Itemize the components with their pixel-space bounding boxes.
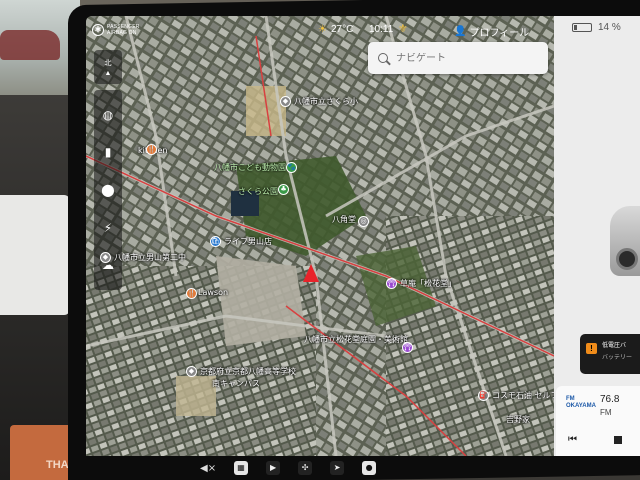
profile-button[interactable]: 👤 プロフィール [454,24,529,39]
navigate-input[interactable] [396,52,536,64]
photo-stage: THA ✱ PASSENGER AIRBAG ON ☀ 27°C 10:11 ⚜… [0,0,640,480]
clock: 10:11 [369,24,394,35]
volume-mute-button[interactable]: ◀× [200,463,216,474]
stop-button[interactable] [614,436,622,444]
compass-label: 北 [104,59,112,67]
sentry-icon[interactable]: ⚜ [398,22,408,35]
gas-station-pin-icon[interactable]: ⛽ [478,390,489,401]
north-arrow-icon: ▲ [104,69,112,77]
highschool-pin-icon[interactable]: ◆ [186,366,197,377]
traffic-light-icon[interactable]: ▮ [105,145,112,159]
food-pin-icon[interactable]: 🍴 [186,288,197,299]
zoo-pin-icon[interactable]: 🐾 [286,162,297,173]
user-icon: 👤 [454,26,467,37]
station-logo-line1: FM [566,396,575,402]
app-launcher-icon[interactable]: ▦ [234,461,249,475]
fan-icon[interactable]: ✣ [298,461,313,475]
landmark-pin-icon[interactable]: ◎ [358,216,369,227]
restaurant-pin-icon[interactable]: 🍴 [146,144,157,155]
charging-icon[interactable]: ⚡ [104,221,112,235]
map-label-yoshinoya: 吉野家 [506,415,530,424]
warning-icon: ! [586,343,597,354]
side-panel [0,195,70,315]
school2-pin-icon[interactable]: ◆ [100,252,111,263]
radio-band: FM [600,408,612,417]
parked-car [0,30,60,60]
museum-pin-icon[interactable]: ⛩ [402,342,413,353]
shopping-pin-icon[interactable]: 🛍 [210,236,221,247]
satellite-map[interactable]: ✱ PASSENGER AIRBAG ON ☀ 27°C 10:11 ⚜ 👤 プロ… [86,16,554,456]
temple-pin-icon[interactable]: ⛩ [386,278,397,289]
previous-track-button[interactable]: ⏮ [568,434,577,445]
bottom-dock: ◀× ▦ ▶ ✣ ➤ ● [200,456,580,480]
sun-icon: ☀ [318,24,327,35]
map-label-sakura-park: さくら公園 [238,187,278,196]
map-label-hakkakudo: 八角堂 [332,215,356,224]
airbag-icon: ✱ [92,24,104,36]
alert-subtitle: バッテリー [602,354,633,361]
car-render[interactable] [610,206,640,276]
alert-title: 低電圧バ [602,342,627,349]
map-label-cosmo: コスモ石油 セルフ [492,391,554,400]
navigate-search-bar[interactable] [368,42,548,74]
map-label-sakura-school: 八幡市立さくら小 [294,97,358,106]
map-label-life-store: ライフ男山店 [224,237,272,246]
park-pin-icon[interactable]: ♣ [278,184,289,195]
map-label-zoo: 八幡市こども動物園 [214,163,286,172]
airbag-line2: AIRBAG ON [107,30,137,36]
map-label-shokado-museum: 八幡市立松花堂庭園・美術館 [304,335,408,344]
media-player[interactable]: FM OKAYAMA 76.8 FM ⏮ [556,386,640,456]
school-pin-icon[interactable]: ◆ [280,96,291,107]
map-label-otokoyama-school: 八幡市立男山第二中 [114,253,186,262]
map-label-lawson: Lawson [198,288,229,297]
video-app-icon[interactable]: ▶ [266,461,281,475]
status-bar: ✱ PASSENGER AIRBAG ON ☀ 27°C 10:11 ⚜ 👤 プロ… [86,16,554,44]
profile-label: プロフィール [469,28,530,39]
passenger-airbag-indicator: ✱ PASSENGER AIRBAG ON [92,24,140,36]
pin-icon[interactable]: ⬤ [101,183,114,197]
touchscreen: ✱ PASSENGER AIRBAG ON ☀ 27°C 10:11 ⚜ 👤 プロ… [86,16,640,456]
toybox-app-icon[interactable]: ● [362,461,377,475]
map-label-highschool: 京都府立京都八幡高等学校 [200,367,296,376]
wheel [616,248,638,270]
compass-button[interactable]: 北 ▲ [94,50,122,84]
station-logo-line2: OKAYAMA [566,403,596,409]
globe-icon[interactable]: ◍ [103,108,113,122]
search-icon [378,53,388,63]
battery-indicator: 14 % [572,22,621,33]
vehicle-panel: 14 % ! 低電圧バ バッテリー FM OKAYAMA 76.8 FM ⏮ [554,16,640,456]
current-location-arrow-icon [303,264,319,282]
temperature-display: ☀ 27°C [318,24,353,35]
station-logo: FM OKAYAMA [566,396,596,410]
map-label-shokado: 草庵「松花堂」 [400,279,456,288]
temperature-text: 27°C [330,24,354,35]
battery-percent: 14 % [598,22,621,33]
low-voltage-alert[interactable]: ! 低電圧バ バッテリー [580,334,640,374]
battery-icon [572,23,592,32]
map-label-south-campus: 南キャンパス [212,379,260,388]
navigation-app-icon[interactable]: ➤ [330,461,345,475]
radio-frequency: 76.8 [600,394,620,405]
